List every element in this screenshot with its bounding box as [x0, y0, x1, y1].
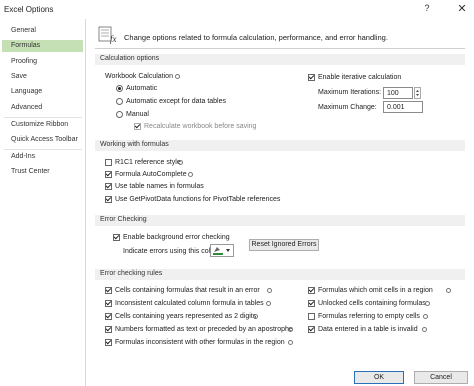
sidebar-separator: [4, 117, 82, 118]
rule-label: Formulas referring to empty cells: [318, 313, 420, 320]
r1c1-label: R1C1 reference style: [115, 159, 181, 166]
close-button[interactable]: ✕: [456, 2, 468, 16]
ok-button[interactable]: OK: [354, 371, 404, 384]
rule-label: Data entered in a table is invalid: [318, 326, 418, 333]
enable-iterative-checkbox[interactable]: [308, 74, 315, 81]
rule-label: Formulas which omit cells in a region: [318, 287, 433, 294]
sidebar: General Formulas Proofing Save Language …: [0, 19, 86, 386]
getpivotdata-label: Use GetPivotData functions for PivotTabl…: [115, 196, 281, 203]
rule-checkbox[interactable]: [105, 300, 112, 307]
sidebar-item-advanced[interactable]: Advanced: [2, 102, 83, 114]
info-icon: [288, 340, 293, 345]
background-error-checking-label: Enable background error checking: [123, 234, 230, 241]
info-icon: [188, 172, 193, 177]
use-table-names-label: Use table names in formulas: [115, 183, 204, 190]
recalculate-before-save-label: Recalculate workbook before saving: [144, 123, 257, 130]
info-icon: [253, 314, 258, 319]
sidebar-item-trust-center[interactable]: Trust Center: [2, 166, 83, 178]
automatic-except-tables-radio[interactable]: [116, 98, 123, 105]
rule-label: Cells containing years represented as 2 …: [115, 313, 257, 320]
rule-checkbox[interactable]: [308, 287, 315, 294]
rule-label: Unlocked cells containing formulas: [318, 300, 426, 307]
rule-checkbox[interactable]: [105, 313, 112, 320]
maximum-change-label: Maximum Change:: [318, 104, 377, 111]
sidebar-separator: [4, 149, 82, 150]
background-error-checking-checkbox[interactable]: [113, 234, 120, 241]
r1c1-checkbox[interactable]: [105, 159, 112, 166]
formula-icon: fx: [98, 24, 118, 44]
info-icon: [446, 288, 451, 293]
info-icon: [267, 288, 272, 293]
calculation-options-header: Calculation options: [95, 54, 465, 65]
rule-checkbox[interactable]: [105, 287, 112, 294]
manual-radio[interactable]: [116, 111, 123, 118]
header-divider: [95, 48, 465, 49]
info-icon: [422, 327, 427, 332]
sidebar-item-formulas[interactable]: Formulas: [2, 40, 83, 52]
section-title: Working with formulas: [100, 141, 169, 148]
info-icon: [288, 327, 293, 332]
manual-label: Manual: [126, 111, 149, 118]
workbook-calculation-label: Workbook Calculation: [105, 73, 173, 80]
use-table-names-checkbox[interactable]: [105, 183, 112, 190]
rule-label: Formulas inconsistent with other formula…: [115, 339, 285, 346]
section-title: Error checking rules: [100, 270, 163, 277]
info-icon: [178, 160, 183, 165]
reset-ignored-errors-button[interactable]: Reset Ignored Errors: [249, 239, 319, 251]
info-icon: [425, 301, 430, 306]
automatic-label: Automatic: [126, 85, 158, 92]
formulas-panel: fx Change options related to formula cal…: [86, 19, 474, 386]
cancel-button[interactable]: Cancel: [414, 371, 468, 384]
error-checking-header: Error Checking: [95, 215, 465, 226]
sidebar-item-save[interactable]: Save: [2, 71, 83, 83]
section-title: Error Checking: [100, 216, 147, 223]
rule-label: Numbers formatted as text or preceded by…: [115, 326, 293, 333]
rule-checkbox[interactable]: [308, 313, 315, 320]
rule-checkbox[interactable]: [308, 300, 315, 307]
rule-checkbox[interactable]: [308, 326, 315, 333]
help-button[interactable]: ?: [422, 3, 432, 15]
getpivotdata-checkbox[interactable]: [105, 196, 112, 203]
rule-checkbox[interactable]: [105, 339, 112, 346]
indicate-errors-label: Indicate errors using this color:: [123, 248, 219, 255]
error-checking-rules-header: Error checking rules: [95, 269, 465, 280]
window-title: Excel Options: [4, 5, 54, 14]
sidebar-item-quick-access-toolbar[interactable]: Quick Access Toolbar: [2, 134, 83, 146]
iterations-spinner[interactable]: [414, 87, 421, 99]
sidebar-item-general[interactable]: General: [2, 25, 83, 37]
maximum-change-input[interactable]: 0.001: [383, 101, 423, 113]
rule-label: Inconsistent calculated column formula i…: [115, 300, 264, 307]
automatic-except-tables-label: Automatic except for data tables: [126, 98, 226, 105]
sidebar-item-language[interactable]: Language: [2, 86, 83, 98]
info-icon: [266, 301, 271, 306]
info-icon: [175, 74, 180, 79]
working-with-formulas-header: Working with formulas: [95, 140, 465, 151]
error-color-picker[interactable]: [210, 244, 234, 257]
maximum-iterations-input[interactable]: 100: [383, 87, 413, 99]
rule-checkbox[interactable]: [105, 326, 112, 333]
recalculate-before-save-checkbox[interactable]: [134, 123, 141, 130]
section-title: Calculation options: [100, 55, 160, 62]
formula-autocomplete-checkbox[interactable]: [105, 171, 112, 178]
sidebar-item-add-ins[interactable]: Add-Ins: [2, 151, 83, 163]
rule-label: Cells containing formulas that result in…: [115, 287, 260, 294]
automatic-radio[interactable]: [116, 85, 123, 92]
dialog-footer: OK Cancel: [86, 369, 474, 386]
title-bar: Excel Options ? ✕: [0, 0, 474, 19]
sidebar-item-customize-ribbon[interactable]: Customize Ribbon: [2, 119, 83, 131]
info-icon: [423, 314, 428, 319]
enable-iterative-label: Enable iterative calculation: [318, 74, 402, 81]
sidebar-item-proofing[interactable]: Proofing: [2, 56, 83, 68]
maximum-iterations-label: Maximum Iterations:: [318, 89, 382, 96]
svg-text:fx: fx: [110, 34, 117, 44]
page-description: Change options related to formula calcul…: [124, 33, 388, 42]
formula-autocomplete-label: Formula AutoComplete: [115, 171, 187, 178]
